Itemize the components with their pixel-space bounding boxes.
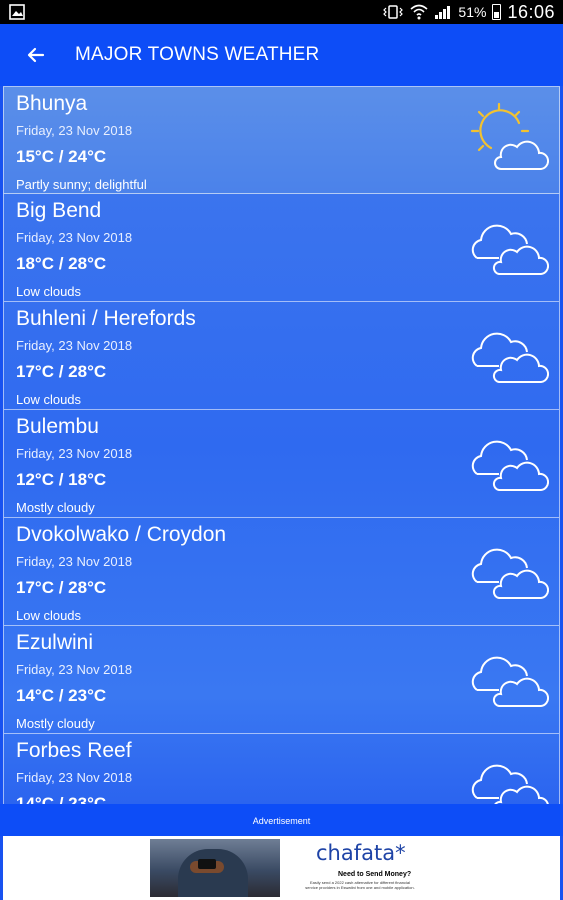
vibrate-icon bbox=[383, 5, 404, 19]
temperature-range: 14°C / 23°C bbox=[16, 794, 107, 804]
status-bar: 51% 16:06 bbox=[0, 0, 563, 24]
condition-text: Low clouds bbox=[16, 284, 82, 299]
condition-text: Partly sunny; delightful bbox=[16, 177, 147, 192]
town-card-buhleni-herefords[interactable]: Buhleni / Herefords Friday, 23 Nov 2018 … bbox=[3, 302, 560, 410]
cloud-icon bbox=[471, 548, 549, 599]
ad-body: Easily send a 2022 cash alternative for … bbox=[305, 880, 415, 890]
cloud-icon bbox=[471, 764, 549, 804]
forecast-date: Friday, 23 Nov 2018 bbox=[16, 554, 133, 569]
battery-icon bbox=[492, 4, 502, 20]
town-name: Dvokolwako / Croydon bbox=[16, 523, 227, 546]
advertisement-label: Advertisement bbox=[0, 804, 563, 836]
town-name: Bhunya bbox=[16, 92, 88, 115]
ad-brand: chafata* bbox=[316, 841, 406, 865]
town-card-ezulwini[interactable]: Ezulwini Friday, 23 Nov 2018 14°C / 23°C… bbox=[3, 626, 560, 734]
cloud-icon bbox=[471, 224, 549, 275]
clock: 16:06 bbox=[507, 1, 555, 22]
condition-text: Low clouds bbox=[16, 392, 82, 407]
condition-text: Mostly cloudy bbox=[16, 716, 95, 731]
condition-text: Mostly cloudy bbox=[16, 500, 95, 515]
town-card-forbes-reef[interactable]: Forbes Reef Friday, 23 Nov 2018 14°C / 2… bbox=[3, 734, 560, 804]
ad-banner[interactable]: chafata* Need to Send Money? Easily send… bbox=[0, 836, 563, 900]
app-bar: MAJOR TOWNS WEATHER bbox=[0, 24, 563, 86]
cloud-icon bbox=[471, 332, 549, 383]
cloud-icon bbox=[471, 656, 549, 707]
town-card-bhunya[interactable]: Bhunya Friday, 23 Nov 2018 15°C / 24°C P… bbox=[3, 86, 560, 194]
forecast-date: Friday, 23 Nov 2018 bbox=[16, 230, 133, 245]
signal-icon bbox=[435, 6, 451, 19]
gallery-notification-icon bbox=[9, 4, 25, 20]
town-name: Big Bend bbox=[16, 199, 102, 222]
town-card-bulembu[interactable]: Bulembu Friday, 23 Nov 2018 12°C / 18°C … bbox=[3, 410, 560, 518]
temperature-range: 18°C / 28°C bbox=[16, 254, 107, 273]
town-name: Buhleni / Herefords bbox=[16, 307, 196, 330]
wifi-icon bbox=[410, 4, 428, 20]
town-name: Forbes Reef bbox=[16, 739, 132, 762]
condition-text: Low clouds bbox=[16, 608, 82, 623]
town-card-big-bend[interactable]: Big Bend Friday, 23 Nov 2018 18°C / 28°C… bbox=[3, 194, 560, 302]
battery-percent: 51% bbox=[458, 4, 487, 20]
forecast-date: Friday, 23 Nov 2018 bbox=[16, 338, 133, 353]
back-button[interactable] bbox=[20, 39, 52, 71]
cloud-icon bbox=[471, 440, 549, 491]
temperature-range: 15°C / 24°C bbox=[16, 147, 107, 166]
forecast-date: Friday, 23 Nov 2018 bbox=[16, 662, 133, 677]
ad-image bbox=[150, 839, 280, 897]
town-name: Bulembu bbox=[16, 415, 99, 438]
temperature-range: 12°C / 18°C bbox=[16, 470, 107, 489]
forecast-date: Friday, 23 Nov 2018 bbox=[16, 770, 133, 785]
temperature-range: 14°C / 23°C bbox=[16, 686, 107, 705]
forecast-date: Friday, 23 Nov 2018 bbox=[16, 446, 133, 461]
page-title: MAJOR TOWNS WEATHER bbox=[75, 44, 320, 65]
temperature-range: 17°C / 28°C bbox=[16, 578, 107, 597]
town-card-dvokolwako-croydon[interactable]: Dvokolwako / Croydon Friday, 23 Nov 2018… bbox=[3, 518, 560, 626]
partly-sunny-icon bbox=[470, 102, 549, 170]
arrow-left-icon bbox=[27, 47, 45, 63]
town-weather-list[interactable]: Bhunya Friday, 23 Nov 2018 15°C / 24°C P… bbox=[3, 86, 560, 804]
temperature-range: 17°C / 28°C bbox=[16, 362, 107, 381]
ad-headline: Need to Send Money? bbox=[338, 871, 412, 878]
town-name: Ezulwini bbox=[16, 631, 94, 654]
forecast-date: Friday, 23 Nov 2018 bbox=[16, 123, 133, 138]
